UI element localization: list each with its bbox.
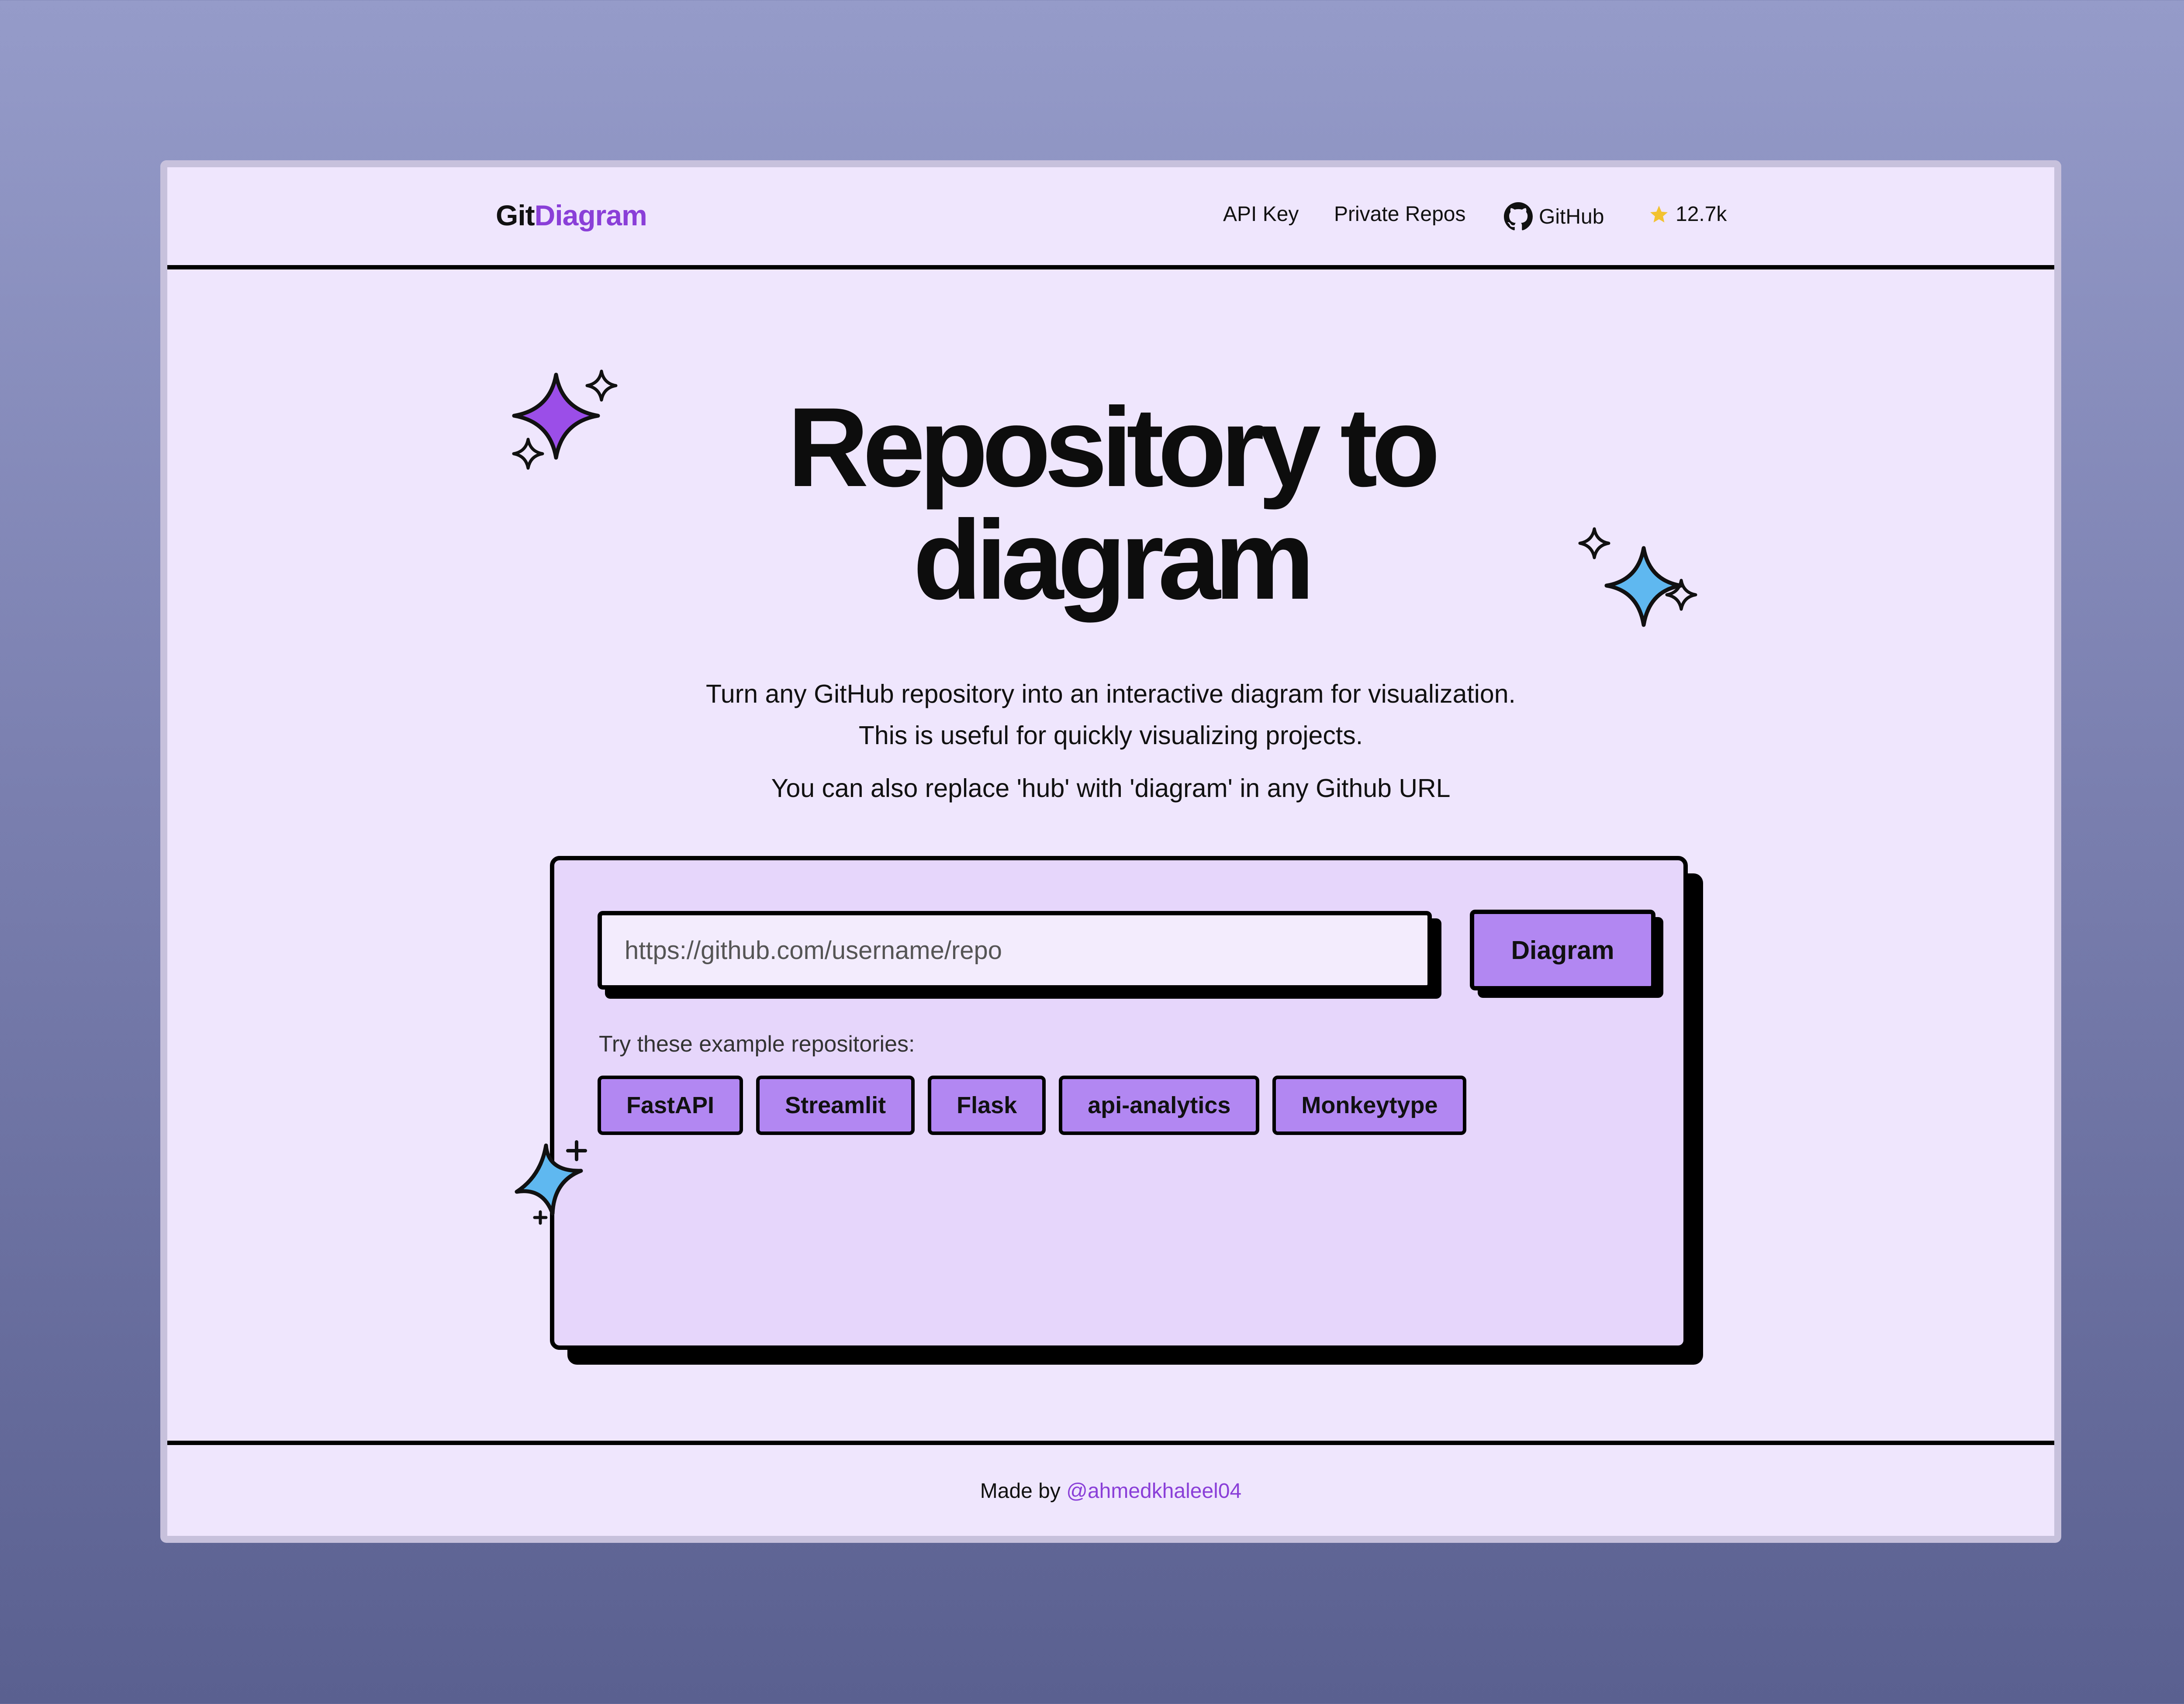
sparkle-icon <box>515 1140 587 1225</box>
diagram-button[interactable]: Diagram <box>1470 910 1655 990</box>
sparkle-icon <box>512 369 618 470</box>
footer: Made by @ahmedkhaleel04 <box>167 1441 2054 1536</box>
example-streamlit-button[interactable]: Streamlit <box>756 1076 915 1135</box>
github-icon <box>1504 202 1533 231</box>
footer-made-by: Made by <box>980 1480 1061 1503</box>
logo-git: Git <box>496 199 535 231</box>
star-count: 12.7k <box>1676 203 1727 226</box>
title-line-2: diagram <box>913 497 1315 623</box>
nav-stars[interactable]: 12.7k <box>1648 202 1727 226</box>
subtitle-line-3: You can also replace 'hub' with 'diagram… <box>771 774 1451 803</box>
example-flask-button[interactable]: Flask <box>928 1076 1046 1135</box>
title-line-1: Repository to <box>787 384 1441 510</box>
nav-github[interactable]: GitHub <box>1504 202 1604 231</box>
repo-url-input[interactable] <box>598 911 1432 990</box>
logo-diagram: Diagram <box>534 199 647 231</box>
subtitle-line-2: This is useful for quickly visualizing p… <box>858 721 1363 750</box>
nav-private-repos[interactable]: Private Repos <box>1334 202 1465 226</box>
footer-credit: Made by @ahmedkhaleel04 <box>167 1479 2054 1503</box>
subtitle-line-1: Turn any GitHub repository into an inter… <box>706 680 1516 708</box>
footer-author-link[interactable]: @ahmedkhaleel04 <box>1066 1480 1241 1503</box>
star-icon <box>1650 205 1668 222</box>
nav-private-repos-label: Private Repos <box>1334 203 1466 226</box>
example-repos: FastAPI Streamlit Flask api-analytics Mo… <box>598 1076 1467 1135</box>
sparkle-icon <box>1578 527 1697 627</box>
nav-api-key-label: API Key <box>1223 203 1299 226</box>
app-window: GitDiagram API Key Private Repos GitHub … <box>160 160 2061 1543</box>
top-navbar: GitDiagram API Key Private Repos GitHub … <box>167 167 2054 269</box>
examples-label: Try these example repositories: <box>599 1031 915 1057</box>
example-api-analytics-button[interactable]: api-analytics <box>1059 1076 1260 1135</box>
page-title: Repository to diagram <box>167 391 2054 616</box>
nav-api-key[interactable]: API Key <box>1223 202 1299 226</box>
logo[interactable]: GitDiagram <box>496 199 647 232</box>
example-monkeytype-button[interactable]: Monkeytype <box>1272 1076 1467 1135</box>
nav-github-label: GitHub <box>1539 205 1604 228</box>
example-fastapi-button[interactable]: FastAPI <box>598 1076 743 1135</box>
